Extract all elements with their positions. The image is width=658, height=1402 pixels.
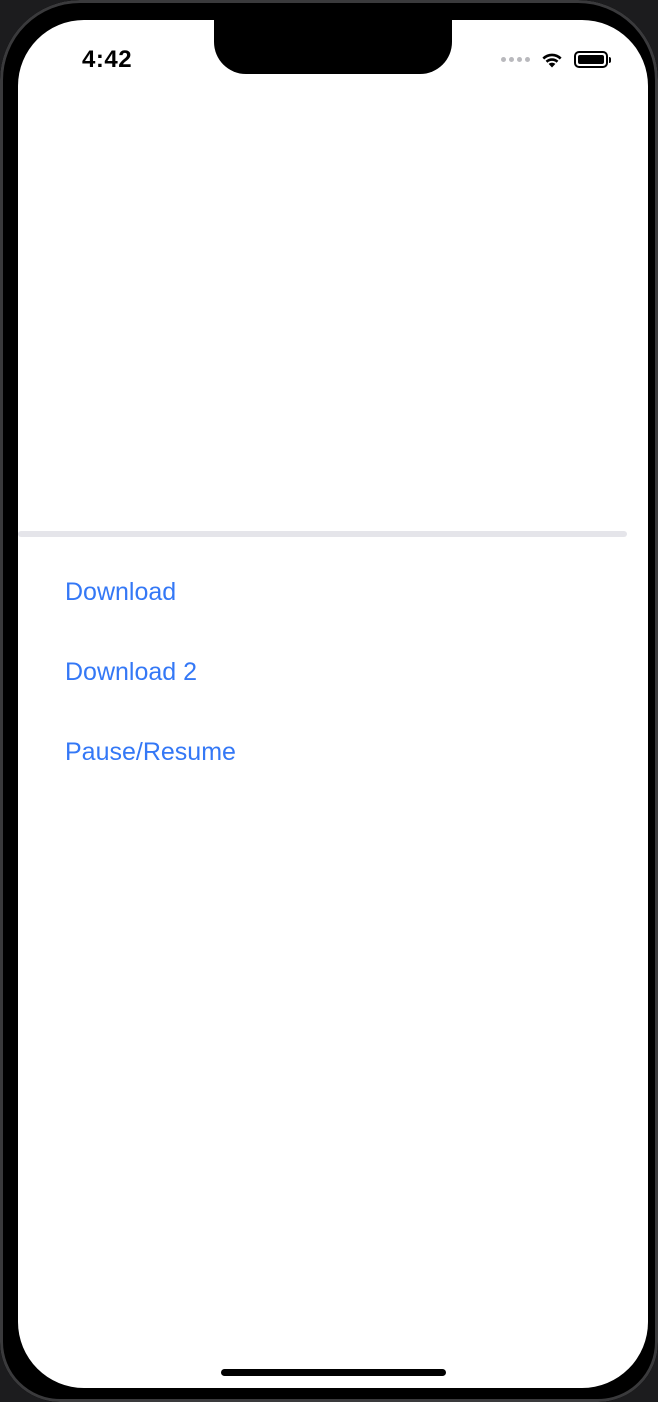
device-frame: 4:42 Download Download 2 Pause/Resume	[0, 0, 658, 1402]
download-button[interactable]: Download	[65, 577, 176, 607]
signal-dots-icon	[501, 56, 530, 62]
pause-resume-button[interactable]: Pause/Resume	[65, 737, 236, 767]
battery-icon	[574, 50, 611, 68]
wifi-icon	[540, 50, 564, 68]
app-screen: 4:42 Download Download 2 Pause/Resume	[18, 20, 648, 1388]
download-2-button[interactable]: Download 2	[65, 657, 197, 687]
home-indicator[interactable]	[221, 1369, 446, 1376]
status-time: 4:42	[82, 46, 133, 73]
download-progress-bar	[18, 531, 627, 537]
notch	[214, 20, 452, 74]
status-icons	[501, 50, 611, 68]
